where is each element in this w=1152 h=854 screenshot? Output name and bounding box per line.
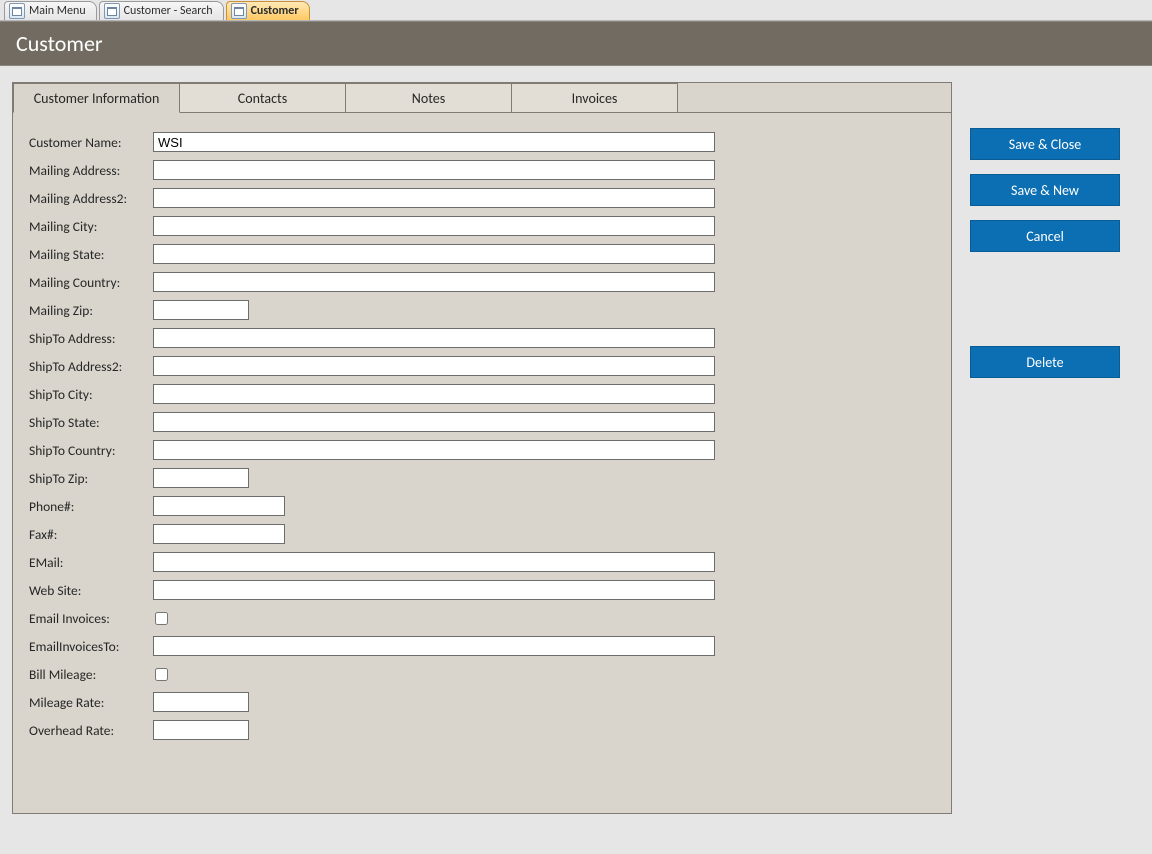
input-shipto-state[interactable] (153, 412, 715, 432)
input-mailing-address[interactable] (153, 160, 715, 180)
label-shipto-city: ShipTo City: (29, 386, 153, 403)
label-phone: Phone#: (29, 498, 153, 515)
label-mailing-city: Mailing City: (29, 218, 153, 235)
doc-tab-customer[interactable]: Customer (226, 1, 310, 20)
label-mileage-rate: Mileage Rate: (29, 694, 153, 711)
cancel-button[interactable]: Cancel (970, 220, 1120, 252)
label-overhead-rate: Overhead Rate: (29, 722, 153, 739)
work-area: Customer Information Contacts Notes Invo… (0, 66, 1152, 854)
label-shipto-address: ShipTo Address: (29, 330, 153, 347)
label-bill-mileage: Bill Mileage: (29, 666, 153, 683)
doc-tab-customer-search[interactable]: Customer - Search (99, 1, 224, 20)
label-mailing-address2: Mailing Address2: (29, 190, 153, 207)
input-shipto-address[interactable] (153, 328, 715, 348)
doc-tab-label: Customer (251, 4, 299, 18)
label-shipto-country: ShipTo Country: (29, 442, 153, 459)
input-phone[interactable] (153, 496, 285, 516)
label-shipto-address2: ShipTo Address2: (29, 358, 153, 375)
doc-tab-label: Main Menu (29, 4, 86, 18)
checkbox-bill-mileage[interactable] (155, 668, 168, 681)
delete-button[interactable]: Delete (970, 346, 1120, 378)
tab-invoices[interactable]: Invoices (512, 83, 678, 113)
tab-customer-information[interactable]: Customer Information (13, 83, 180, 113)
input-mailing-state[interactable] (153, 244, 715, 264)
form-icon (9, 3, 25, 19)
label-mailing-zip: Mailing Zip: (29, 302, 153, 319)
input-overhead-rate[interactable] (153, 720, 249, 740)
input-mailing-address2[interactable] (153, 188, 715, 208)
input-website[interactable] (153, 580, 715, 600)
label-mailing-country: Mailing Country: (29, 274, 153, 291)
input-mailing-city[interactable] (153, 216, 715, 236)
input-fax[interactable] (153, 524, 285, 544)
label-email-invoices: Email Invoices: (29, 610, 153, 627)
label-shipto-zip: ShipTo Zip: (29, 470, 153, 487)
label-mailing-state: Mailing State: (29, 246, 153, 263)
label-shipto-state: ShipTo State: (29, 414, 153, 431)
input-mailing-zip[interactable] (153, 300, 249, 320)
form-tab-tail (678, 83, 951, 113)
form-icon (104, 3, 120, 19)
tab-contacts[interactable]: Contacts (180, 83, 346, 113)
page-title: Customer (0, 21, 1152, 66)
label-email-invoices-to: EmailInvoicesTo: (29, 638, 153, 655)
document-tabstrip: Main Menu Customer - Search Customer (0, 0, 1152, 21)
customer-form-panel: Customer Information Contacts Notes Invo… (12, 82, 952, 814)
label-customer-name: Customer Name: (29, 134, 153, 151)
input-mileage-rate[interactable] (153, 692, 249, 712)
input-shipto-zip[interactable] (153, 468, 249, 488)
input-shipto-city[interactable] (153, 384, 715, 404)
input-shipto-country[interactable] (153, 440, 715, 460)
save-close-button[interactable]: Save & Close (970, 128, 1120, 160)
tab-notes[interactable]: Notes (346, 83, 512, 113)
doc-tab-main-menu[interactable]: Main Menu (4, 1, 97, 20)
form-tab-row: Customer Information Contacts Notes Invo… (13, 83, 951, 113)
input-shipto-address2[interactable] (153, 356, 715, 376)
doc-tab-label: Customer - Search (124, 4, 213, 18)
input-email[interactable] (153, 552, 715, 572)
input-customer-name[interactable] (153, 132, 715, 152)
save-new-button[interactable]: Save & New (970, 174, 1120, 206)
label-fax: Fax#: (29, 526, 153, 543)
form-icon (231, 3, 247, 19)
action-button-column: Save & Close Save & New Cancel Delete (970, 128, 1120, 378)
label-email: EMail: (29, 554, 153, 571)
label-mailing-address: Mailing Address: (29, 162, 153, 179)
form-body: Customer Name: Mailing Address: Mailing … (13, 113, 951, 813)
button-spacer (970, 266, 1120, 332)
label-website: Web Site: (29, 582, 153, 599)
input-mailing-country[interactable] (153, 272, 715, 292)
input-email-invoices-to[interactable] (153, 636, 715, 656)
checkbox-email-invoices[interactable] (155, 612, 168, 625)
